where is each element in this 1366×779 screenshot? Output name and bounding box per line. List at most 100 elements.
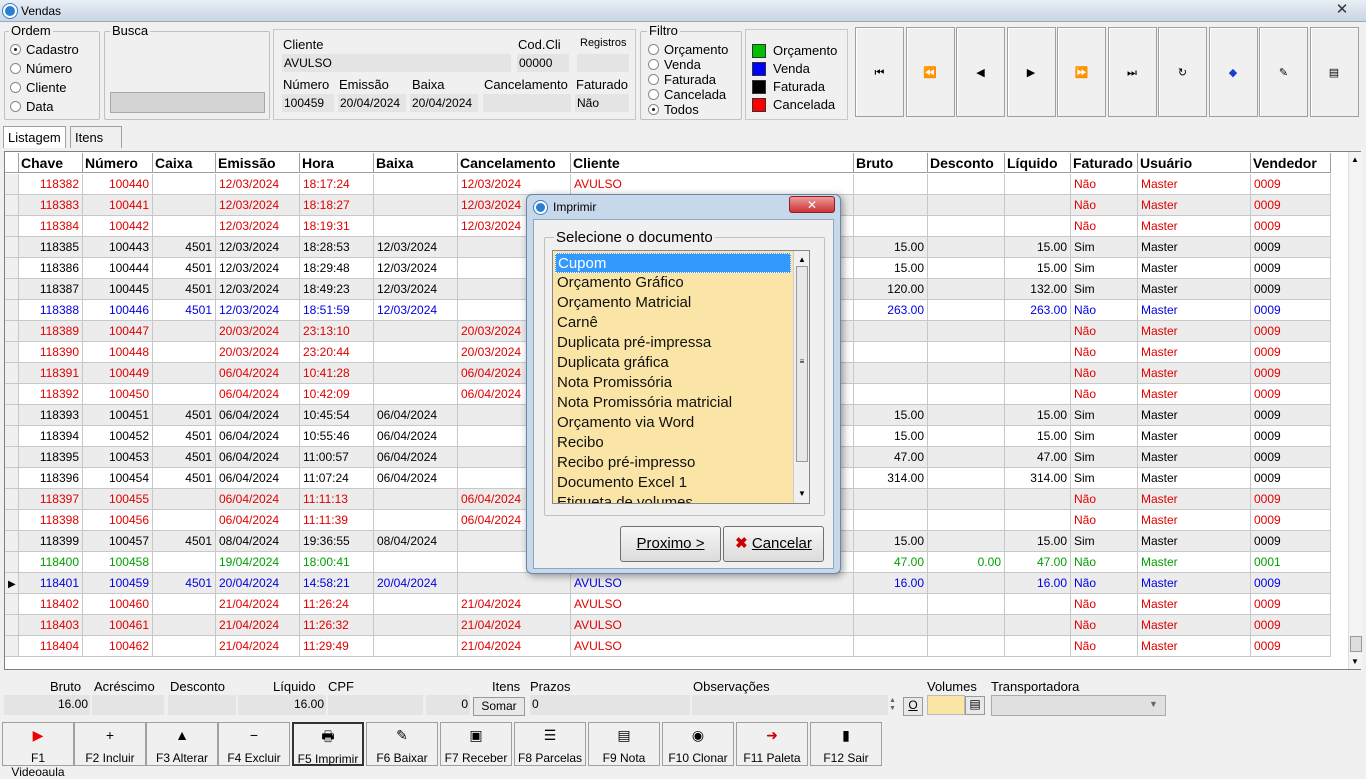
- table-cell[interactable]: 15.00: [1005, 531, 1071, 552]
- table-cell[interactable]: 10:55:46: [300, 426, 374, 447]
- table-cell[interactable]: 08/04/2024: [216, 531, 300, 552]
- table-cell[interactable]: 118403: [19, 615, 83, 636]
- parcelas-button[interactable]: ☰ F8 Parcelas: [514, 722, 586, 766]
- table-cell[interactable]: [1005, 363, 1071, 384]
- table-cell[interactable]: 118384: [19, 216, 83, 237]
- table-cell[interactable]: 4501: [153, 426, 216, 447]
- table-cell[interactable]: Não: [1071, 573, 1138, 594]
- table-cell[interactable]: 12/03/2024: [216, 174, 300, 195]
- table-cell[interactable]: 0009: [1251, 279, 1331, 300]
- table-cell[interactable]: Não: [1071, 636, 1138, 657]
- table-cell[interactable]: 314.00: [1005, 468, 1071, 489]
- table-cell[interactable]: [153, 636, 216, 657]
- table-cell[interactable]: 0009: [1251, 384, 1331, 405]
- table-cell[interactable]: 21/04/2024: [216, 594, 300, 615]
- sair-button[interactable]: ▮ F12 Sair: [810, 722, 882, 766]
- table-cell[interactable]: [153, 615, 216, 636]
- column-header-5[interactable]: Baixa: [374, 153, 458, 173]
- table-cell[interactable]: Master: [1138, 279, 1251, 300]
- table-cell[interactable]: [928, 510, 1005, 531]
- table-cell[interactable]: Sim: [1071, 279, 1138, 300]
- table-cell[interactable]: 0009: [1251, 531, 1331, 552]
- table-cell[interactable]: [854, 174, 928, 195]
- table-cell[interactable]: 21/04/2024: [458, 615, 571, 636]
- table-cell[interactable]: [458, 573, 571, 594]
- table-cell[interactable]: [928, 363, 1005, 384]
- table-cell[interactable]: 18:19:31: [300, 216, 374, 237]
- table-cell[interactable]: 132.00: [1005, 279, 1071, 300]
- table-cell[interactable]: 20/03/2024: [216, 342, 300, 363]
- row-indicator[interactable]: [5, 405, 19, 426]
- column-header-0[interactable]: Chave: [19, 153, 83, 173]
- scroll-up-icon[interactable]: ▲: [1351, 155, 1359, 164]
- table-cell[interactable]: Master: [1138, 405, 1251, 426]
- table-cell[interactable]: Master: [1138, 216, 1251, 237]
- table-cell[interactable]: 11:26:24: [300, 594, 374, 615]
- table-cell[interactable]: 10:41:28: [300, 363, 374, 384]
- ordem-radio-0[interactable]: Cadastro: [10, 42, 79, 57]
- form-view-button[interactable]: ▤: [1309, 27, 1359, 117]
- table-cell[interactable]: Master: [1138, 258, 1251, 279]
- table-cell[interactable]: [928, 531, 1005, 552]
- delete-button[interactable]: ✎: [1259, 27, 1308, 117]
- table-cell[interactable]: AVULSO: [571, 174, 854, 195]
- table-cell[interactable]: Sim: [1071, 468, 1138, 489]
- first-record-button[interactable]: ⏮: [855, 27, 904, 117]
- table-cell[interactable]: [374, 636, 458, 657]
- table-cell[interactable]: 06/04/2024: [374, 426, 458, 447]
- table-cell[interactable]: 118385: [19, 237, 83, 258]
- table-cell[interactable]: 4501: [153, 531, 216, 552]
- table-cell[interactable]: 4501: [153, 300, 216, 321]
- filtro-radio-1[interactable]: Venda: [648, 57, 701, 72]
- table-cell[interactable]: 100443: [83, 237, 153, 258]
- table-cell[interactable]: 4501: [153, 258, 216, 279]
- table-cell[interactable]: 314.00: [854, 468, 928, 489]
- row-indicator[interactable]: [5, 468, 19, 489]
- column-header-9[interactable]: Desconto: [928, 153, 1005, 173]
- table-cell[interactable]: [1005, 594, 1071, 615]
- list-scrollbar[interactable]: ▲ ≡ ▼: [793, 251, 809, 503]
- row-indicator[interactable]: [5, 342, 19, 363]
- videoaula-button[interactable]: ▶ F1 Videoaula: [2, 722, 74, 779]
- table-cell[interactable]: [153, 384, 216, 405]
- table-cell[interactable]: 0009: [1251, 510, 1331, 531]
- table-cell[interactable]: [928, 342, 1005, 363]
- column-header-7[interactable]: Cliente: [571, 153, 854, 173]
- table-cell[interactable]: 06/04/2024: [216, 468, 300, 489]
- table-cell[interactable]: 06/04/2024: [374, 405, 458, 426]
- table-cell[interactable]: 0009: [1251, 426, 1331, 447]
- table-cell[interactable]: 0009: [1251, 342, 1331, 363]
- table-cell[interactable]: 0009: [1251, 636, 1331, 657]
- column-header-11[interactable]: Faturado: [1071, 153, 1138, 173]
- table-cell[interactable]: Master: [1138, 510, 1251, 531]
- table-cell[interactable]: 11:29:49: [300, 636, 374, 657]
- table-cell[interactable]: [153, 216, 216, 237]
- table-cell[interactable]: 118391: [19, 363, 83, 384]
- column-header-1[interactable]: Número: [83, 153, 153, 173]
- table-cell[interactable]: [928, 573, 1005, 594]
- table-cell[interactable]: 20/03/2024: [216, 321, 300, 342]
- ordem-radio-3[interactable]: Data: [10, 99, 53, 114]
- ordem-radio-1[interactable]: Número: [10, 61, 72, 76]
- table-cell[interactable]: [374, 552, 458, 573]
- table-cell[interactable]: 15.00: [1005, 426, 1071, 447]
- obs-spin-icon[interactable]: ▲ ▼: [889, 697, 896, 713]
- table-cell[interactable]: [928, 447, 1005, 468]
- scroll-up-icon[interactable]: ▲: [798, 255, 806, 264]
- row-indicator[interactable]: [5, 510, 19, 531]
- documento-item[interactable]: Documento Excel 1: [555, 473, 791, 493]
- table-cell[interactable]: 0.00: [928, 552, 1005, 573]
- table-cell[interactable]: 15.00: [1005, 258, 1071, 279]
- table-cell[interactable]: 12/03/2024: [216, 300, 300, 321]
- table-cell[interactable]: [1005, 174, 1071, 195]
- table-cell[interactable]: Não: [1071, 615, 1138, 636]
- table-cell[interactable]: 118387: [19, 279, 83, 300]
- table-cell[interactable]: Não: [1071, 342, 1138, 363]
- table-cell[interactable]: 0009: [1251, 447, 1331, 468]
- table-cell[interactable]: [928, 426, 1005, 447]
- table-cell[interactable]: 11:11:39: [300, 510, 374, 531]
- table-cell[interactable]: 23:20:44: [300, 342, 374, 363]
- table-cell[interactable]: 15.00: [854, 258, 928, 279]
- table-cell[interactable]: 0009: [1251, 615, 1331, 636]
- table-cell[interactable]: 118382: [19, 174, 83, 195]
